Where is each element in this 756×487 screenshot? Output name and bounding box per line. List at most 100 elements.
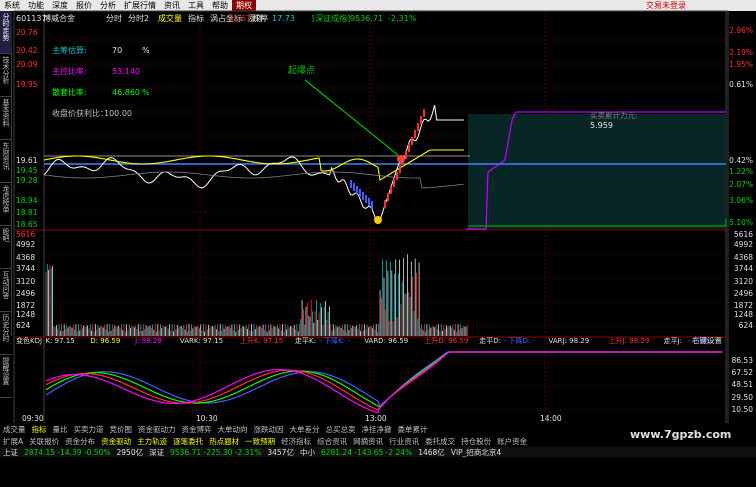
signal-bar [350,180,352,188]
extended-tab[interactable]: 委托成交 [422,436,458,447]
chart-tag: 成交量 [158,13,182,23]
indicator-tab[interactable]: 买卖力道 [71,424,107,435]
chart-tag: 分时 [106,13,122,23]
signal-bar [405,151,407,159]
volume-tick: 1872 [16,301,35,310]
kdj-label: 走平D: [479,337,501,345]
pct-tick: 5.10% [729,218,753,227]
buy-power-label: 买卖累计力元: [590,110,638,120]
main-est-unit: % [142,46,150,55]
price-tick: 19.28 [16,176,38,185]
signal-bar [359,189,361,197]
extended-tab[interactable]: 网摘资讯 [350,436,386,447]
main-est-label: 主筹估算: [52,45,87,55]
volume-tick: 3120 [16,277,35,286]
indicator-tab[interactable]: 委单累计 [395,424,431,435]
volume-tick: 624 [739,321,754,330]
control-value: 53.140 [112,67,140,76]
signal-bar [417,123,419,131]
pct-tick: 1.95% [729,60,753,69]
indicator-tab[interactable]: 净挂净撤 [359,424,395,435]
kdj-tick: 67.52 [732,368,754,377]
volume-tick: 4368 [16,253,35,262]
indicator-tab[interactable]: 竞价图 [107,424,136,435]
extended-tab[interactable]: 热点题材 [206,436,242,447]
signal-bar [368,198,370,206]
extended-tab[interactable]: 账户资金 [494,436,530,447]
extended-tab[interactable]: 资金分布 [62,436,98,447]
volume-tick: 3744 [734,264,753,273]
kdj-tick: 29.50 [732,393,754,402]
kdj-label: VARK: 97.15 [180,337,223,345]
chart-canvas: 601137博威合金 分时 分时2 成交量 指标 涡占坐标 涨停21.67 跌停 17.73 [深… [13,10,754,425]
status-item: 2950亿 [116,447,144,457]
extended-tab[interactable]: 持仓股份 [458,436,494,447]
right-click-settings: 右键设置 [692,335,722,345]
price-tick: 18.94 [16,196,38,205]
buy-power-value: 5.959 [590,121,613,130]
kdj-label: VARJ: 98.29 [549,337,590,345]
signal-bar [356,186,358,194]
indicator-tab[interactable]: 资金驱动力 [135,424,179,435]
extended-tab[interactable]: 主力轨迹 [134,436,170,447]
signal-bar [387,193,389,201]
volume-tick: 1248 [16,310,35,319]
indicator-tab[interactable]: 资金博弈 [179,424,215,435]
indicator-tab[interactable]: 指标 [29,424,50,435]
extended-tab[interactable]: 关联报价 [26,436,62,447]
price-tick: 20.42 [16,46,38,55]
trap-unit: % [142,88,150,97]
breakout-marker [397,155,405,163]
price-tick: 20.09 [16,60,38,69]
kdj-label: VARD: 96.59 [364,337,408,345]
signal-bar [399,165,401,173]
kdj-label: 走平J: [664,337,682,345]
kdj-j-line [45,351,723,411]
status-item: 中小 [299,447,315,457]
indicator-tab[interactable]: 量比 [50,424,71,435]
main-est-value: 70 [112,46,122,55]
indicator-tab[interactable]: 涨跌动因 [251,424,287,435]
volume-tick: 5616 [734,230,753,239]
time-tick: 13:00 [365,414,387,423]
pct-tick: 0.61% [729,80,753,89]
extended-tab[interactable]: 扩展A [0,436,26,447]
kdj-label: D: 96.59 [90,337,120,345]
volume-tick: 3744 [16,264,35,273]
signal-bar [365,195,367,203]
pct-tick: 2.19% [729,48,753,57]
low-marker [374,216,382,224]
indicator-tab[interactable]: 总买总卖 [323,424,359,435]
status-item: 3457亿 [267,447,294,457]
kdj-label: 上升J: 98.29 [609,336,650,345]
index-change: -2.31% [388,14,417,23]
indicator-tab[interactable]: 大单动向 [215,424,251,435]
kdj-tick: 48.51 [732,380,754,389]
indicator-tab[interactable]: 大单差分 [287,424,323,435]
kdj-label: 变色KDJ [16,336,42,345]
volume-tick: 4368 [734,253,753,262]
watermark: www.7gpzb.com [630,428,732,441]
extended-tab[interactable]: 经济指标 [278,436,314,447]
signal-bar [353,183,355,191]
kdj-label: K: 97.15 [46,337,75,345]
stock-code: 601137 [16,14,47,23]
signal-bar [411,137,413,145]
extended-tab[interactable]: 资金驱动 [98,436,134,447]
kdj-label: - 下降D: - [504,336,536,345]
volume-tick: 1872 [734,301,753,310]
chart-tag: 分时2 [128,13,149,23]
extended-tab[interactable]: 逐笔委托 [170,436,206,447]
control-label: 主控比率: [52,66,87,76]
extended-tab[interactable]: 行业资讯 [386,436,422,447]
pct-tick: 3.06% [729,196,753,205]
status-item: 1468亿 [418,447,445,457]
status-item: VIP_招商北京4 [450,447,502,457]
indicator-tab[interactable]: 成交量 [0,424,29,435]
volume-tick: 2496 [734,289,753,298]
limit-down-price: 17.73 [272,14,295,23]
time-tick: 14:00 [540,414,562,423]
extended-tab[interactable]: 一致预期 [242,436,278,447]
signal-bar [396,172,398,180]
extended-tab[interactable]: 综合资讯 [314,436,350,447]
